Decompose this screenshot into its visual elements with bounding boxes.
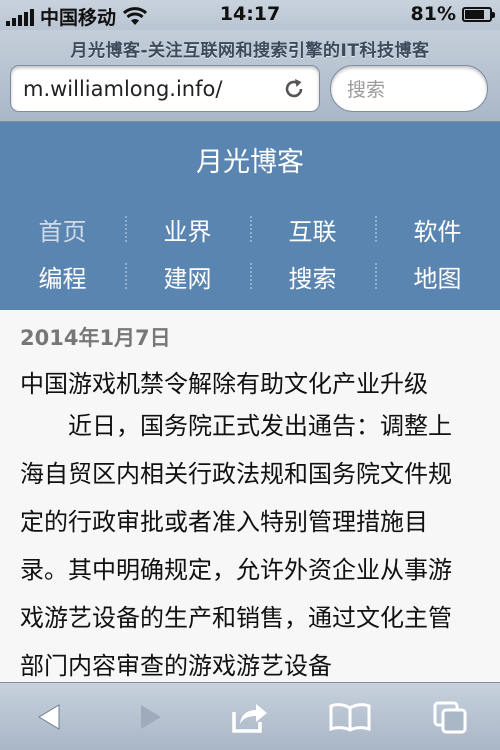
battery-percent: 81% [410,3,456,25]
article-body: 近日，国务院正式发出通告：调整上海自贸区内相关行政法规和国务院文件规定的行政审批… [20,412,452,680]
battery-group: 81% [410,3,495,25]
status-bar: 中国移动 14:17 81% [0,0,500,30]
browser-chrome: 月光博客-关注互联网和搜索引擎的IT科技博客 m.williamlong.inf… [0,30,500,122]
page-title: 月光博客-关注互联网和搜索引擎的IT科技博客 [70,41,430,61]
forward-icon[interactable] [125,697,175,737]
nav-item-software[interactable]: 软件 [375,212,500,247]
article: 2014年1月7日 中国游戏机禁令解除有助文化产业升级 近日，国务院正式发出通告… [0,310,500,682]
nav-item-webbuilding[interactable]: 建网 [125,259,250,294]
bookmarks-icon[interactable] [325,697,375,737]
site-header: 月光博客 首页 业界 互联 软件 编程 建网 搜索 地图 [0,122,500,310]
tabs-icon[interactable] [425,697,475,737]
nav-row: 编程 建网 搜索 地图 [0,253,500,300]
nav-item-industry[interactable]: 业界 [125,212,250,247]
nav-item-home[interactable]: 首页 [0,212,125,247]
url-text: m.williamlong.info/ [23,76,223,101]
share-icon[interactable] [225,697,275,737]
nav-item-maps[interactable]: 地图 [375,259,500,294]
nav-item-search[interactable]: 搜索 [250,259,375,294]
site-nav: 首页 业界 互联 软件 编程 建网 搜索 地图 [0,206,500,300]
nav-item-programming[interactable]: 编程 [0,259,125,294]
article-date: 2014年1月7日 [20,326,171,350]
address-bar[interactable]: m.williamlong.info/ [10,65,320,112]
search-placeholder: 搜索 [347,79,386,101]
back-icon[interactable] [25,697,75,737]
search-input[interactable]: 搜索 [330,65,488,112]
nav-row: 首页 业界 互联 软件 [0,206,500,253]
nav-item-internet[interactable]: 互联 [250,212,375,247]
browser-toolbar [0,682,500,750]
reload-icon[interactable] [281,76,307,102]
battery-icon [462,6,495,22]
site-title[interactable]: 月光博客 [0,140,500,179]
article-title[interactable]: 中国游戏机禁令解除有助文化产业升级 [20,364,428,399]
